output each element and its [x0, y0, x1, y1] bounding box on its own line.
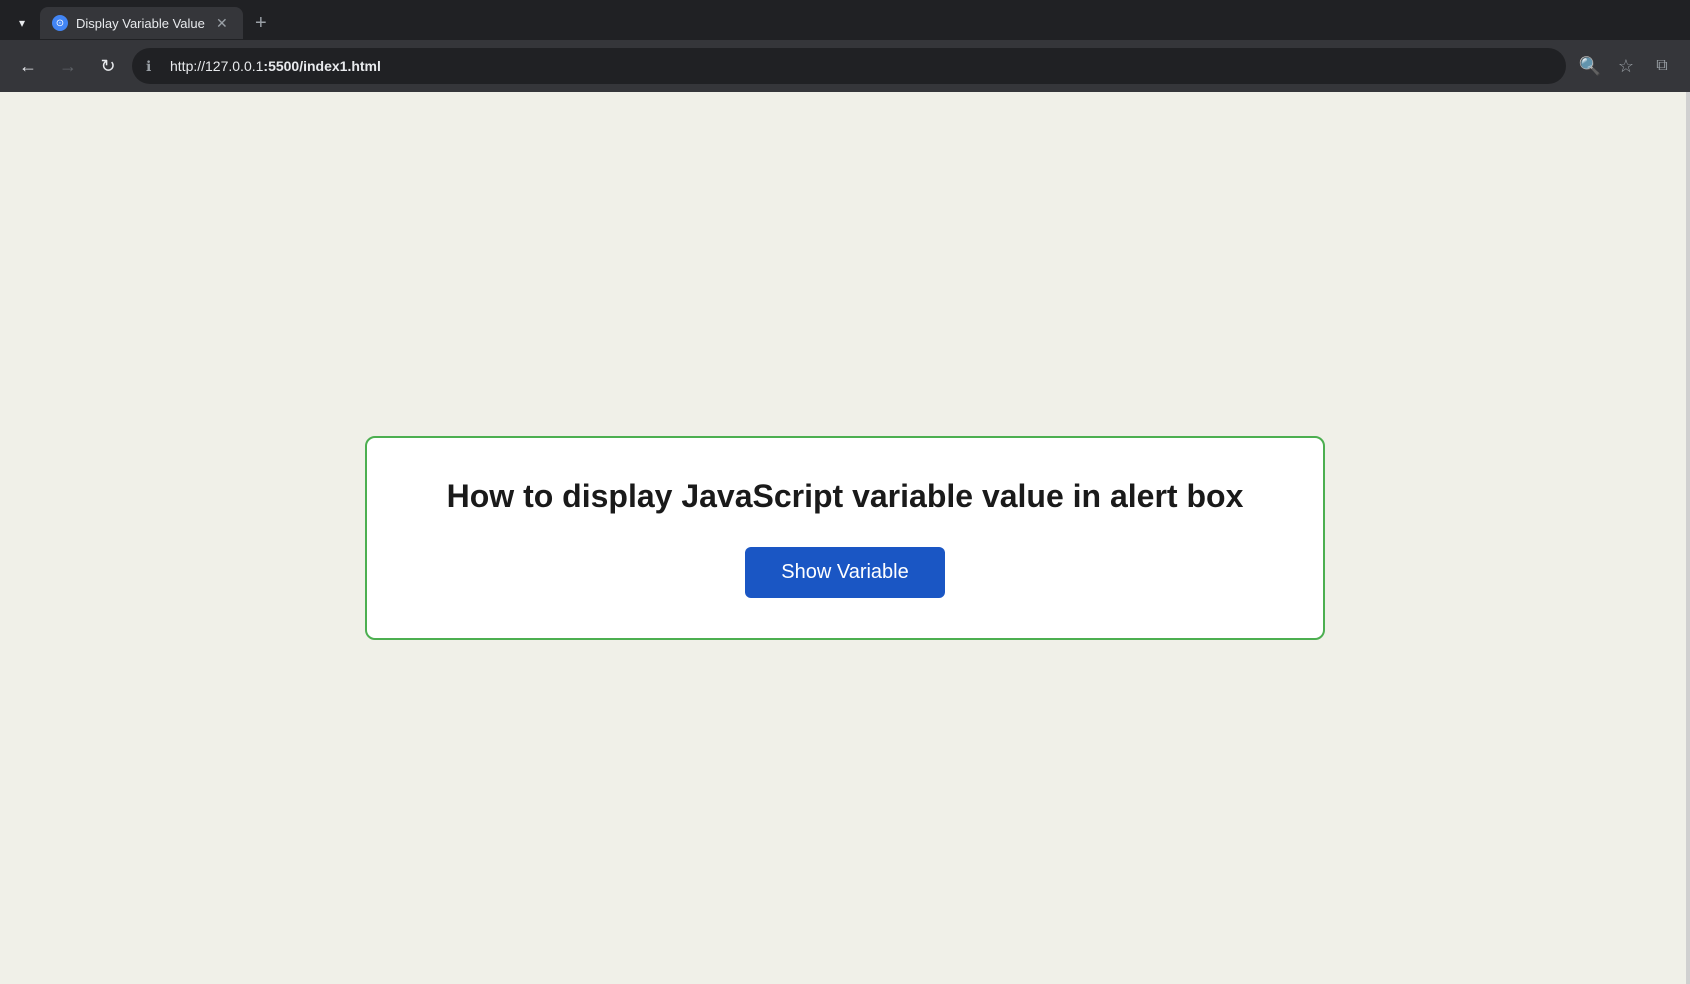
card-heading: How to display JavaScript variable value…	[447, 478, 1244, 515]
extensions-button[interactable]: ⧉	[1646, 50, 1678, 82]
extensions-icon: ⧉	[1656, 57, 1667, 75]
refresh-icon: ↻	[100, 56, 115, 77]
bookmark-icon: ☆	[1618, 56, 1634, 77]
new-tab-button[interactable]: +	[247, 9, 275, 37]
refresh-button[interactable]: ↻	[92, 50, 124, 82]
back-button[interactable]: ←	[12, 50, 44, 82]
address-bar: ← → ↻ ℹ http://127.0.0.1:5500/index1.htm…	[0, 40, 1690, 92]
active-tab[interactable]: ⊙ Display Variable Value ✕	[40, 7, 243, 39]
tab-dropdown-button[interactable]: ▾	[8, 9, 36, 37]
tab-close-button[interactable]: ✕	[213, 14, 231, 32]
show-variable-button[interactable]: Show Variable	[745, 547, 944, 598]
tab-title: Display Variable Value	[76, 16, 205, 31]
chevron-down-icon: ▾	[19, 16, 25, 30]
url-display: http://127.0.0.1:5500/index1.html	[170, 58, 381, 74]
forward-button[interactable]: →	[52, 50, 84, 82]
forward-icon: →	[59, 56, 77, 77]
back-icon: ←	[19, 56, 37, 77]
search-icon: 🔍	[1579, 56, 1601, 77]
bookmark-button[interactable]: ☆	[1610, 50, 1642, 82]
search-button[interactable]: 🔍	[1574, 50, 1606, 82]
url-text: http://127.0.0.1:5500/index1.html	[170, 58, 1552, 74]
url-bar[interactable]: ℹ http://127.0.0.1:5500/index1.html	[132, 48, 1566, 84]
tab-favicon-icon: ⊙	[52, 15, 68, 31]
scrollbar-track[interactable]	[1686, 92, 1690, 984]
tab-bar: ▾ ⊙ Display Variable Value ✕ +	[0, 0, 1690, 40]
page-content: How to display JavaScript variable value…	[0, 92, 1690, 984]
browser-chrome: ▾ ⊙ Display Variable Value ✕ + ← → ↻ ℹ h…	[0, 0, 1690, 92]
info-icon: ℹ	[146, 58, 162, 74]
toolbar-icons: 🔍 ☆ ⧉	[1574, 50, 1678, 82]
main-card: How to display JavaScript variable value…	[365, 436, 1325, 640]
